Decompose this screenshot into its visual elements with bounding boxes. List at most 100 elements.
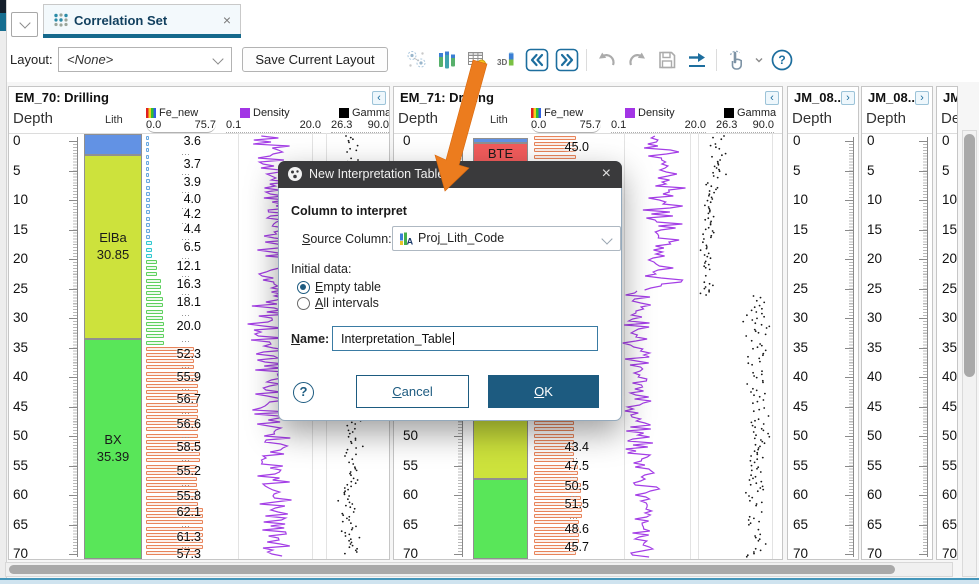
horizontal-scrollbar[interactable] [5, 562, 953, 577]
drillhole-panel-jm08-1: JM_08... › Depth 05101520253035404550556… [787, 86, 859, 560]
depth-tick-label: 10 [793, 192, 808, 207]
depth-tick-label: 55 [942, 458, 957, 473]
track-max: 20.0 [685, 119, 706, 131]
track-header-density: Density 0.120.0 [226, 107, 321, 133]
depth-major-tick [845, 200, 853, 201]
redo-icon[interactable] [624, 47, 649, 73]
expand-all-columns-icon[interactable] [554, 47, 579, 73]
depth-major-tick [845, 230, 853, 231]
correlation-columns-icon[interactable] [434, 47, 459, 73]
collapse-panel-button[interactable]: ‹ [765, 91, 779, 105]
fe-bar [534, 155, 576, 159]
ok-button[interactable]: OK [488, 375, 599, 408]
tab-close-button[interactable]: × [223, 12, 231, 28]
depth-tick-label: 50 [942, 428, 957, 443]
layout-select[interactable]: <None> [58, 47, 232, 72]
window-bottom-edge [0, 578, 979, 584]
new-interpretation-table-dialog: New Interpretation Table × Column to int… [278, 161, 622, 421]
depth-major-tick [845, 318, 853, 319]
radio-all-intervals[interactable] [297, 297, 310, 310]
depth-tick-label: 60 [793, 487, 808, 502]
gamma-swatch-icon [339, 108, 349, 118]
depth-tick-label: 45 [793, 399, 808, 414]
touch-mode-icon[interactable] [724, 47, 749, 73]
tab-list-dropdown-button[interactable] [11, 12, 38, 37]
toolbar-separator [716, 49, 717, 71]
drillhole-panel-jm08-3-clipped: JM_08... › Depth 05101520253035404550556… [936, 86, 958, 560]
density-curve [643, 136, 686, 290]
depth-tick-label: 65 [793, 517, 808, 532]
depth-tick-label: 0 [942, 133, 950, 148]
lith-column-header: Lith [490, 114, 508, 126]
new-interpretation-table-icon[interactable] [464, 47, 489, 73]
radio-all-intervals-label[interactable]: All intervals [315, 296, 379, 310]
vertical-scrollbar[interactable] [962, 130, 977, 577]
depth-tick-label: 45 [942, 399, 957, 414]
track-max: 75.7 [580, 119, 601, 131]
track-header-gamma: Gamma 26.390.0 [716, 107, 774, 133]
fe-value-label: 58.5 [149, 440, 201, 454]
toolbar-separator [586, 49, 587, 71]
collapsed-left-panel-strip[interactable] [0, 0, 7, 584]
depth-tick-label: 10 [867, 192, 882, 207]
track-min: 0.1 [611, 119, 626, 131]
help-icon[interactable]: ? [769, 47, 794, 73]
tab-correlation-set[interactable]: Correlation Set × [43, 4, 241, 38]
dialog-help-button[interactable]: ? [293, 382, 314, 403]
depth-major-tick [919, 554, 927, 555]
depth-tick-label: 10 [942, 192, 957, 207]
depth-major-tick [845, 289, 853, 290]
depth-tick-label: 50 [867, 428, 882, 443]
touch-mode-dropdown-icon[interactable] [754, 51, 764, 69]
save-icon[interactable] [654, 47, 679, 73]
collapse-all-columns-icon[interactable] [524, 47, 549, 73]
chevron-down-icon [212, 53, 223, 64]
depth-major-tick [845, 141, 853, 142]
fe-bar [534, 434, 574, 438]
collapse-panel-button[interactable]: ‹ [372, 91, 386, 105]
depth-tick-label: 5 [793, 163, 801, 178]
depth-ruler-line [853, 137, 854, 557]
fe-new-swatch-icon [146, 108, 156, 118]
depth-tick-label: 60 [942, 487, 957, 502]
depth-tick-label: 30 [942, 310, 957, 325]
save-current-layout-button[interactable]: Save Current Layout [242, 47, 388, 72]
leapfrog-logo-icon [287, 166, 303, 185]
depth-major-tick [845, 466, 853, 467]
panel-title: JM_08... [868, 90, 919, 105]
svg-text:A: A [407, 237, 413, 247]
radio-empty-table-label[interactable]: Empty table [315, 280, 381, 294]
panel-track-header: Depth Lith Fe_new 0.075.7 Density 0.120.… [394, 107, 782, 134]
panel-track-header: Depth [937, 107, 957, 134]
lithology-column-icon: A [399, 231, 413, 251]
depth-column-header: Depth [792, 110, 832, 127]
depth-tick-label: 40 [867, 369, 882, 384]
undo-icon[interactable] [594, 47, 619, 73]
cancel-button[interactable]: Cancel [356, 375, 469, 408]
horizontal-scrollbar-thumb[interactable] [9, 565, 895, 574]
view-3d-icon[interactable]: 3D [494, 47, 519, 73]
expand-panel-button[interactable]: › [841, 91, 855, 105]
vertical-scrollbar-thumb[interactable] [964, 134, 975, 377]
name-input[interactable]: Interpretation_Table [332, 326, 598, 351]
track-name: Density [638, 107, 675, 119]
source-column-select[interactable]: A Proj_Lith_Code [392, 226, 621, 251]
export-icon[interactable] [684, 47, 709, 73]
depth-tick-label: 30 [793, 310, 808, 325]
correlation-network-icon[interactable] [404, 47, 429, 73]
window-corner-dark [0, 0, 6, 13]
dialog-close-button[interactable]: × [602, 165, 611, 183]
toolbar: Layout: <None> Save Current Layout 3D [6, 38, 979, 83]
dialog-title-bar[interactable]: New Interpretation Table × [278, 161, 622, 188]
depth-tick-label: 25 [867, 281, 882, 296]
depth-major-tick [919, 141, 927, 142]
depth-tick-label: 55 [793, 458, 808, 473]
toolbar-icons: 3D [404, 45, 794, 75]
expand-panel-button[interactable]: › [915, 91, 929, 105]
density-swatch-icon [240, 108, 250, 118]
depth-tick-label: 25 [793, 281, 808, 296]
radio-empty-table[interactable] [297, 281, 310, 294]
depth-major-tick [919, 495, 927, 496]
fe-value-label: 57.3 [149, 547, 201, 559]
depth-major-tick [845, 554, 853, 555]
